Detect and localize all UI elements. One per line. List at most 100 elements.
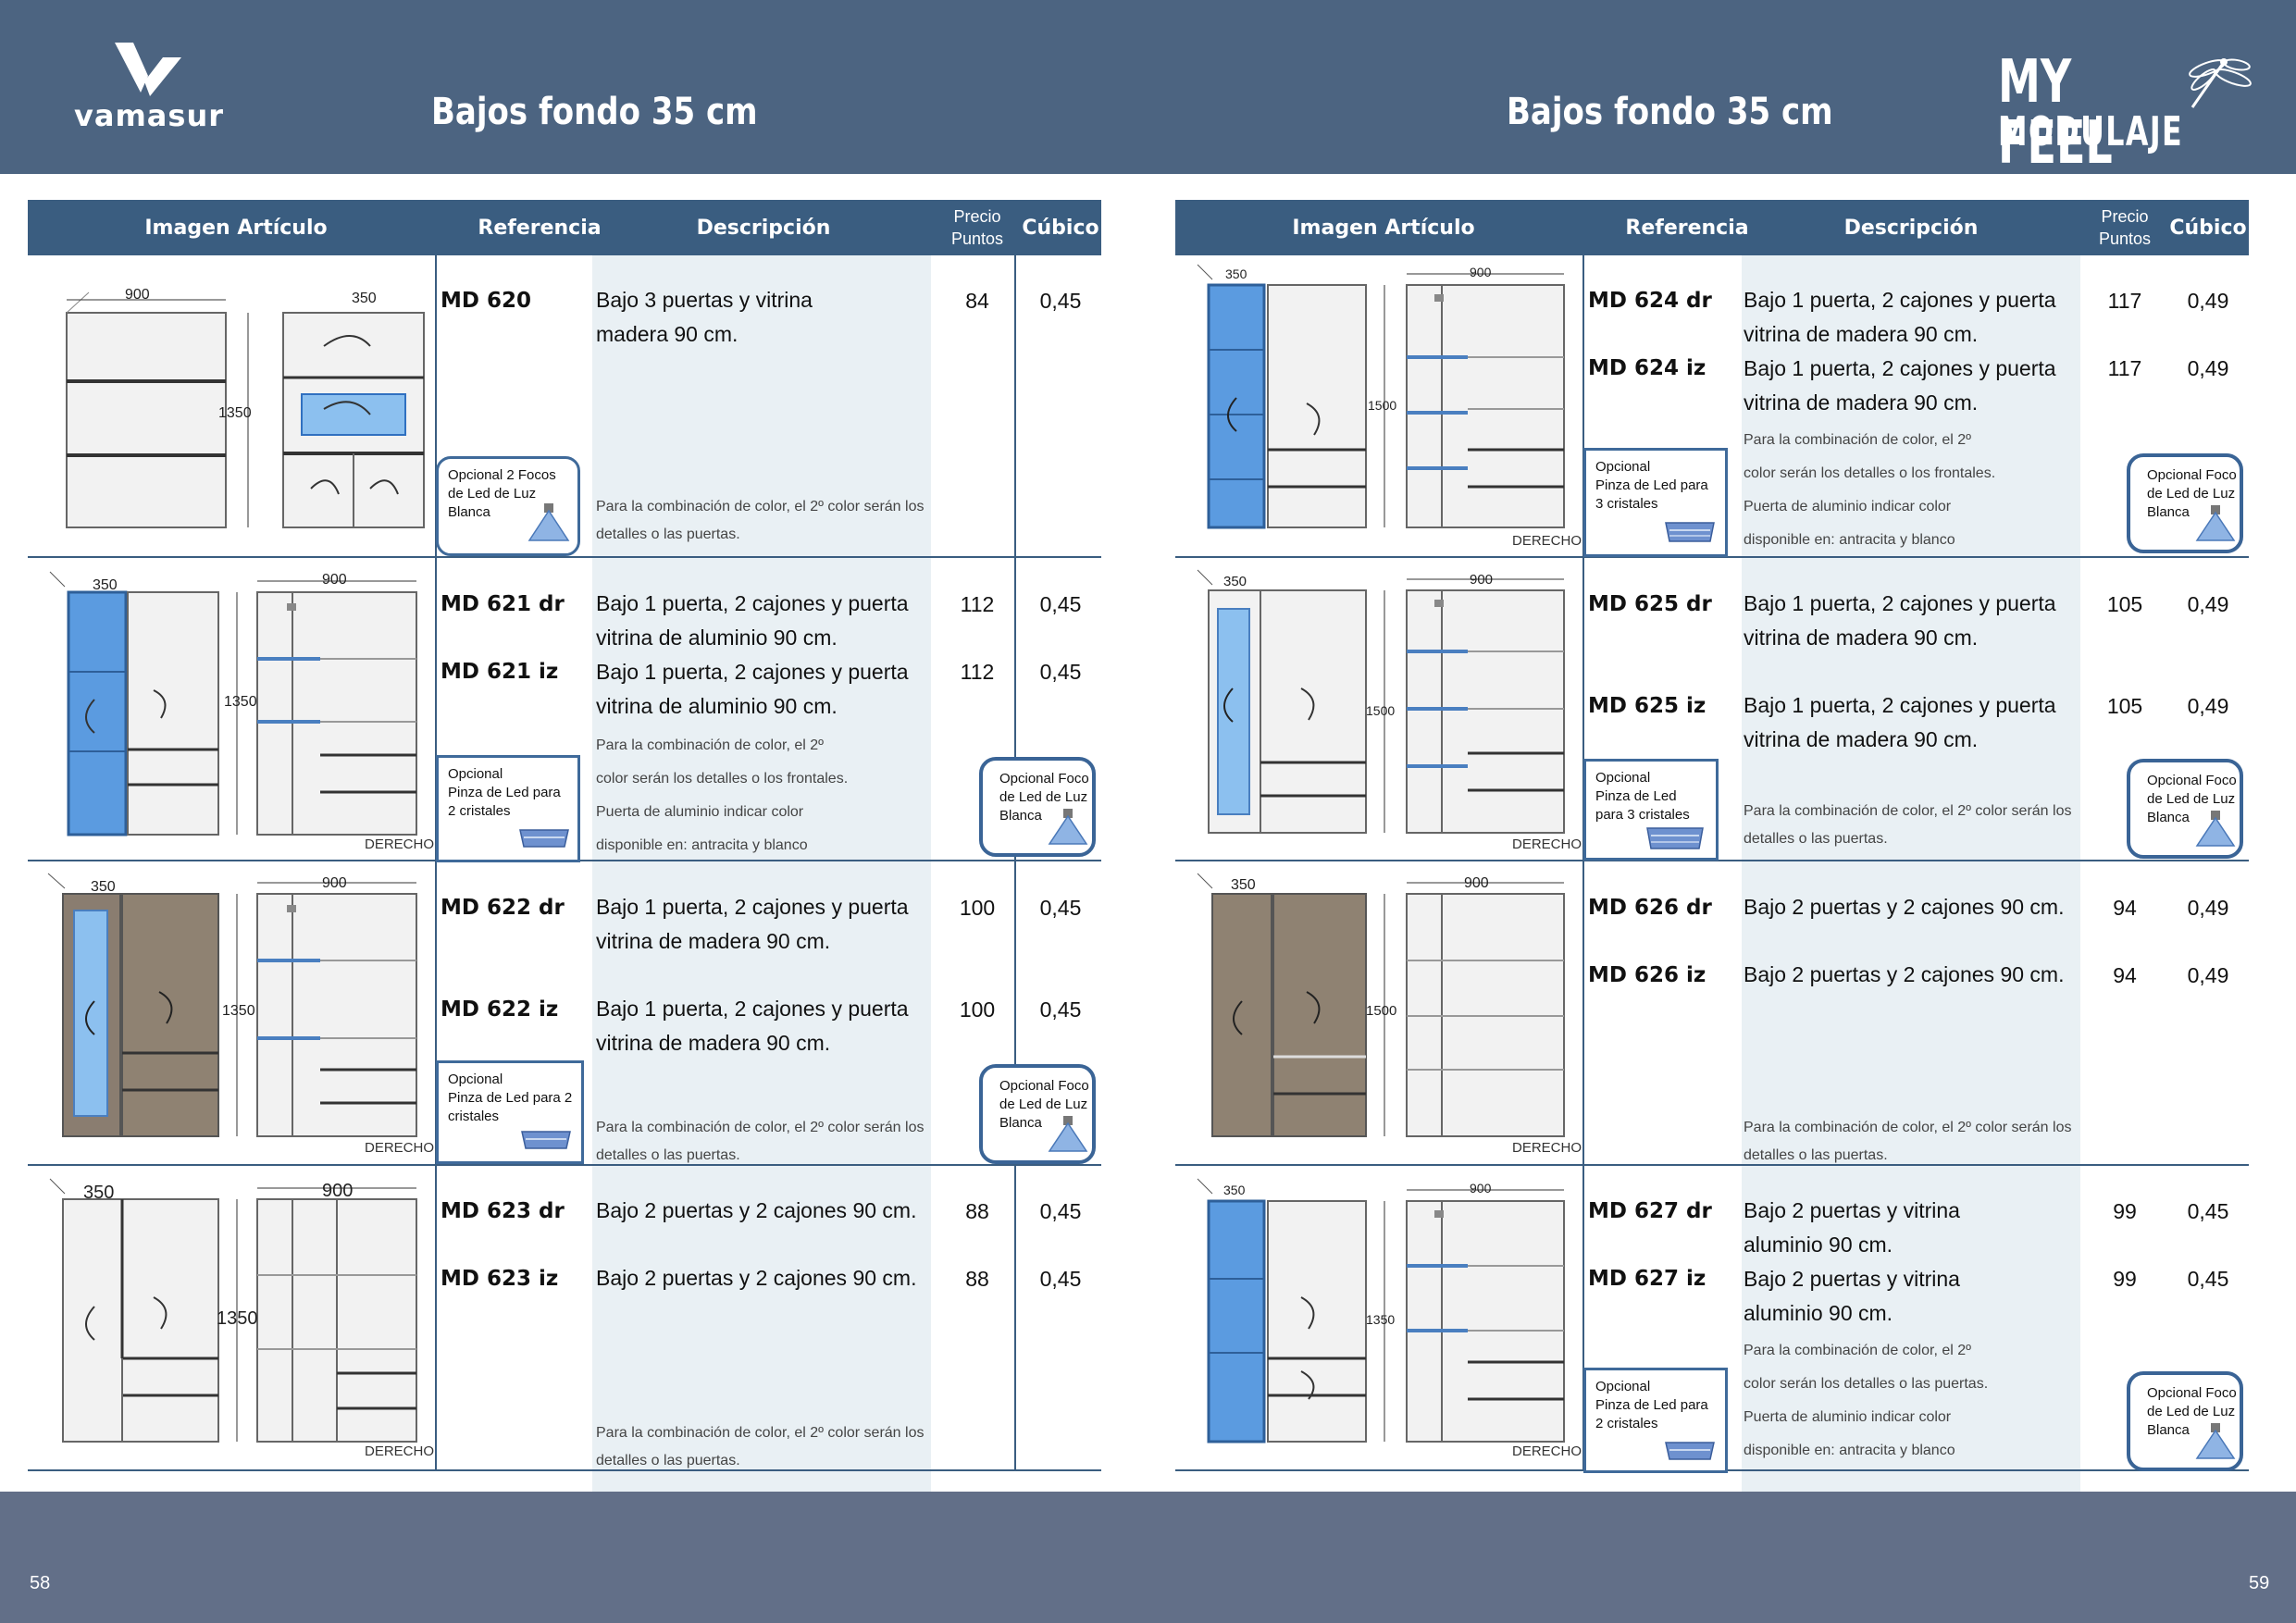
description-line: aluminio 90 cm. [1744, 1301, 1893, 1325]
brand-line2: MODULAJE [1998, 108, 2184, 155]
led-spotlight-icon [2195, 505, 2236, 541]
product-cubic: 0,45 [2187, 1267, 2229, 1291]
foco-line: de Led de Luz [2147, 486, 2236, 502]
foco-line: de Led de Luz [2147, 791, 2236, 807]
option-line: Pinza de Led para [1595, 477, 1708, 493]
led-spot-option-box: Opcional Foco de Led de Luz Blanca [979, 757, 1096, 857]
product-price: 112 [960, 660, 995, 684]
product-price: 117 [2107, 289, 2142, 313]
note-line: Para la combinación de color, el 2º [1744, 1343, 1971, 1358]
product-cubic: 0,49 [2187, 356, 2229, 380]
logo-text: vamasur [74, 98, 224, 133]
foco-line: de Led de Luz [999, 789, 1088, 805]
dimension-depth: 350 [83, 1183, 115, 1203]
option-line: cristales [448, 1109, 500, 1124]
dimension-depth: 350 [1231, 877, 1256, 893]
product-cubic: 0,45 [1039, 1267, 1082, 1291]
description-line: Bajo 1 puerta, 2 cajones y puerta [596, 591, 909, 615]
row-divider [28, 1164, 1101, 1166]
price-header-line1: Precio [2101, 207, 2149, 226]
led-clip-icon [1665, 1442, 1715, 1460]
description-line: vitrina de madera 90 cm. [1744, 322, 1979, 346]
option-line: Opcional [1595, 770, 1651, 786]
option-text: Opcional Pinza de Led para 3 cristales [1595, 769, 1690, 824]
product-price: 88 [965, 1199, 989, 1223]
foco-line: Opcional Foco [999, 1078, 1089, 1094]
note-line: color serán los detalles o las puertas. [1744, 1376, 1989, 1392]
product-cubic: 0,49 [2187, 289, 2229, 313]
product-cubic: 0,49 [2187, 963, 2229, 987]
product-price: 94 [2113, 963, 2137, 987]
led-clip-option-box: Opcional Pinza de Led para 2 cristales [1583, 1368, 1728, 1473]
note-line: detalles o las puertas. [1744, 1147, 1888, 1163]
color-note: Para la combinación de color, el 2º colo… [596, 493, 924, 549]
product-price: 94 [2113, 896, 2137, 920]
product-price: 88 [965, 1267, 989, 1291]
brand-logo: MY FEEL MODULAJE [1933, 52, 2252, 174]
description-line: aluminio 90 cm. [1744, 1233, 1893, 1257]
product-cubic: 0,45 [1039, 997, 1082, 1022]
col-header-price: Precio Puntos [931, 200, 1024, 255]
product-reference: MD 626 iz [1588, 963, 1706, 987]
note-line: Para la combinación de color, el 2º [596, 737, 824, 753]
product-reference: MD 623 iz [441, 1267, 559, 1291]
led-clip-icon [1646, 827, 1704, 849]
description-line: Bajo 1 puerta, 2 cajones y puerta [1744, 356, 2056, 380]
product-reference: MD 625 dr [1588, 592, 1712, 616]
led-spotlight-icon [2195, 811, 2236, 847]
led-spot-option-box: Opcional Foco de Led de Luz Blanca [2127, 759, 2243, 859]
note-line: Para la combinación de color, el 2º colo… [596, 1120, 925, 1135]
note-line: Puerta de aluminio indicar color [596, 804, 804, 820]
product-reference: MD 625 iz [1588, 694, 1706, 718]
dimension-width: 900 [125, 287, 150, 303]
note-line: disponible en: antracita y blanco [1744, 532, 1955, 548]
color-note: Para la combinación de color, el 2º colo… [1744, 424, 1995, 557]
vamasur-logo: vamasur [74, 41, 224, 133]
dimension-depth: 350 [91, 879, 116, 895]
product-description: Bajo 1 puerta, 2 cajones y puerta vitrin… [596, 992, 909, 1060]
option-line: 2 cristales [448, 803, 511, 819]
note-line: Puerta de aluminio indicar color [1744, 1409, 1952, 1425]
product-description: Bajo 2 puertas y 2 cajones 90 cm. [596, 1266, 917, 1290]
dimension-height: 1350 [222, 1003, 255, 1019]
side-label: DERECHO [1512, 533, 1582, 549]
description-line: Bajo 1 puerta, 2 cajones y puerta [596, 997, 909, 1021]
col-header-cubic: Cúbico [2169, 216, 2247, 240]
dimension-width: 900 [322, 875, 347, 891]
product-price: 105 [2106, 592, 2143, 616]
foco-line: Opcional Foco [2147, 467, 2237, 483]
col-header-price: Precio Puntos [2079, 200, 2171, 255]
option-text: Opcional Pinza de Led para 3 cristales [1595, 458, 1708, 514]
product-price: 99 [2113, 1267, 2137, 1291]
col-divider [435, 255, 437, 1471]
led-clip-icon [521, 1131, 571, 1149]
product-price: 112 [960, 592, 995, 616]
note-line: Para la combinación de color, el 2º [1744, 432, 1971, 448]
led-clip-option-box: Opcional Pinza de Led para 3 cristales [1583, 448, 1728, 557]
product-cubic: 0,49 [2187, 592, 2229, 616]
product-reference: MD 627 iz [1588, 1267, 1706, 1291]
foco-line: de Led de Luz [2147, 1404, 2236, 1419]
col-header-description: Descripción [1843, 216, 1979, 240]
description-line: vitrina de aluminio 90 cm. [596, 626, 838, 650]
description-line: vitrina de madera 90 cm. [596, 929, 831, 953]
color-note: Para la combinación de color, el 2º colo… [1744, 798, 2071, 853]
row-divider [1175, 1164, 2249, 1166]
option-text: Opcional Pinza de Led para 2 cristales [1595, 1378, 1708, 1433]
product-cubic: 0,45 [1039, 660, 1082, 684]
note-line: color serán los detalles o los frontales… [596, 771, 849, 787]
col-header-description: Descripción [696, 216, 831, 240]
product-reference: MD 620 [441, 289, 531, 313]
product-description: Bajo 1 puerta, 2 cajones y puerta vitrin… [596, 890, 909, 959]
col-header-image: Imagen Artículo [1292, 216, 1475, 240]
option-line: Opcional [1595, 459, 1651, 475]
footer-bar [0, 1492, 2296, 1623]
product-reference: MD 622 dr [441, 896, 565, 920]
side-label: DERECHO [365, 836, 435, 852]
foco-line: de Led de Luz [999, 1096, 1088, 1112]
note-line: disponible en: antracita y blanco [596, 837, 808, 853]
led-option-box: Opcional 2 Focos de Led de Luz Blanca [436, 456, 580, 556]
option-line: Opcional [448, 766, 503, 782]
note-line: detalles o las puertas. [596, 1453, 740, 1468]
description-line: vitrina de madera 90 cm. [1744, 727, 1979, 751]
